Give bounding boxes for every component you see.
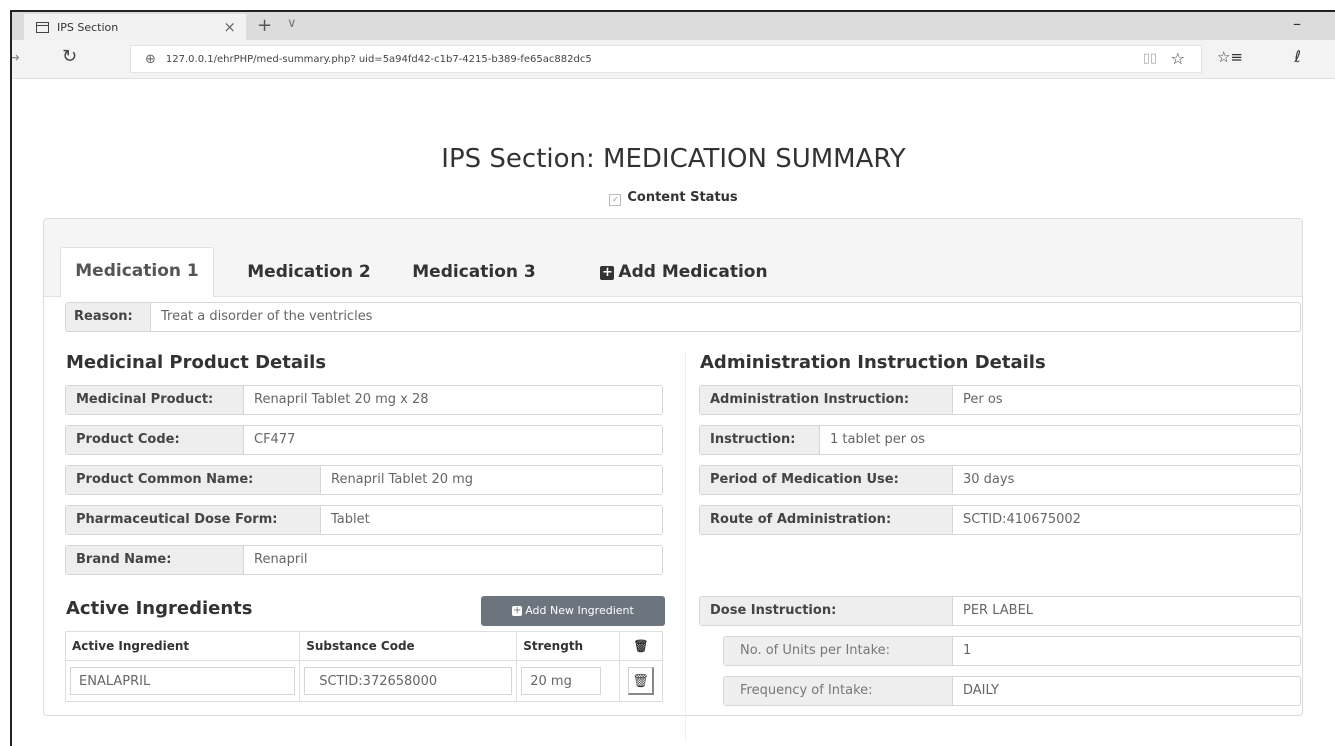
- tab-title: IPS Section: [57, 20, 119, 34]
- period-of-use-field[interactable]: Period of Medication Use: 30 days: [699, 465, 1301, 495]
- favorites-icon[interactable]: ☆≡: [1217, 48, 1243, 66]
- tab-bar: IPS Section × + ∨ –: [12, 12, 1335, 40]
- content-status[interactable]: ✓ Content Status: [12, 190, 1335, 206]
- column-header: Substance Code: [299, 631, 518, 661]
- strength-input[interactable]: 20 mg: [521, 667, 602, 695]
- add-ingredient-button[interactable]: + Add New Ingredient: [481, 596, 665, 626]
- table-row: ENALAPRIL SCTID:372658000 20 mg 🗑: [64, 660, 663, 702]
- url-text[interactable]: 127.0.0.1/ehrPHP/med-summary.php? uid=5a…: [166, 54, 592, 65]
- address-bar: → ↻ ⊕ 127.0.0.1/ehrPHP/med-summary.php? …: [12, 40, 1335, 79]
- period-of-use-value[interactable]: 30 days: [953, 466, 1014, 494]
- period-of-use-label: Period of Medication Use:: [700, 466, 953, 494]
- administration-heading: Administration Instruction Details: [700, 352, 1046, 373]
- brand-name-value[interactable]: Renapril: [244, 546, 307, 574]
- units-per-intake-label: No. of Units per Intake:: [724, 637, 953, 665]
- dose-instruction-field[interactable]: Dose Instruction: PER LABEL: [699, 596, 1301, 626]
- instruction-label: Instruction:: [700, 426, 820, 454]
- dose-instruction-label: Dose Instruction:: [700, 597, 953, 625]
- dose-form-field[interactable]: Pharmaceutical Dose Form: Tablet: [65, 505, 663, 535]
- brand-name-label: Brand Name:: [66, 546, 244, 574]
- units-per-intake-field[interactable]: No. of Units per Intake: 1: [723, 636, 1301, 666]
- product-code-label: Product Code:: [66, 426, 244, 454]
- dose-form-label: Pharmaceutical Dose Form:: [66, 506, 321, 534]
- strength-cell: 20 mg: [516, 660, 621, 702]
- minimize-icon[interactable]: –: [1293, 14, 1301, 33]
- medicinal-product-value[interactable]: Renapril Tablet 20 mg x 28: [244, 386, 429, 414]
- plus-square-icon: +: [600, 265, 615, 280]
- table-header-row: Active Ingredient Substance Code Strengt…: [64, 631, 663, 661]
- product-code-field[interactable]: Product Code: CF477: [65, 425, 663, 455]
- back-arrow-icon[interactable]: →: [12, 50, 20, 66]
- column-divider: [685, 352, 686, 742]
- frequency-of-intake-value[interactable]: DAILY: [953, 677, 999, 705]
- reason-label: Reason:: [66, 303, 151, 331]
- medication-tabs: Medication 1 Medication 2 Medication 3 +…: [44, 219, 1302, 297]
- frequency-of-intake-field[interactable]: Frequency of Intake: DAILY: [723, 676, 1301, 706]
- column-header: Active Ingredient: [64, 631, 301, 661]
- ingredients-table: Active Ingredient Substance Code Strengt…: [64, 631, 663, 702]
- url-field[interactable]: ⊕ 127.0.0.1/ehrPHP/med-summary.php? uid=…: [130, 45, 1202, 73]
- tab-menu-icon[interactable]: ∨: [287, 16, 297, 31]
- administration-instruction-label: Administration Instruction:: [700, 386, 953, 414]
- instruction-value[interactable]: 1 tablet per os: [820, 426, 925, 454]
- product-common-name-label: Product Common Name:: [66, 466, 321, 494]
- column-header: Strength: [516, 631, 621, 661]
- checkbox-icon[interactable]: ✓: [609, 194, 622, 206]
- instruction-field[interactable]: Instruction: 1 tablet per os: [699, 425, 1301, 455]
- reason-value[interactable]: Treat a disorder of the ventricles: [151, 303, 372, 331]
- ingredient-cell: ENALAPRIL: [64, 660, 301, 702]
- star-icon[interactable]: ☆: [1171, 49, 1185, 68]
- substance-code-input[interactable]: SCTID:372658000: [304, 667, 513, 695]
- medicinal-product-heading: Medicinal Product Details: [66, 352, 327, 373]
- medicinal-product-field[interactable]: Medicinal Product: Renapril Tablet 20 mg…: [65, 385, 663, 415]
- ingredient-input[interactable]: ENALAPRIL: [70, 667, 296, 695]
- new-tab-icon[interactable]: +: [257, 15, 272, 36]
- route-of-administration-field[interactable]: Route of Administration: SCTID:410675002: [699, 505, 1301, 535]
- product-common-name-field[interactable]: Product Common Name: Renapril Tablet 20 …: [65, 465, 663, 495]
- dose-form-value[interactable]: Tablet: [321, 506, 370, 534]
- delete-cell: 🗑: [619, 660, 663, 702]
- reading-view-icon[interactable]: ▯▯: [1143, 51, 1157, 66]
- delete-ingredient-button[interactable]: 🗑: [628, 667, 655, 695]
- dose-instruction-value[interactable]: PER LABEL: [953, 597, 1033, 625]
- tab-medication-3[interactable]: Medication 3: [399, 249, 549, 295]
- tab-page-icon: [36, 21, 49, 33]
- active-ingredients-heading: Active Ingredients: [66, 598, 253, 619]
- reason-field[interactable]: Reason: Treat a disorder of the ventricl…: [65, 302, 1301, 332]
- trash-icon: 🗑: [619, 631, 663, 661]
- add-ingredient-label: Add New Ingredient: [525, 604, 634, 617]
- administration-instruction-value[interactable]: Per os: [953, 386, 1003, 414]
- frequency-of-intake-label: Frequency of Intake:: [724, 677, 953, 705]
- plus-square-icon: +: [512, 605, 523, 616]
- tab-medication-2[interactable]: Medication 2: [234, 249, 384, 295]
- refresh-icon[interactable]: ↻: [62, 46, 77, 67]
- code-cell: SCTID:372658000: [299, 660, 518, 702]
- page-title: IPS Section: MEDICATION SUMMARY: [441, 144, 906, 174]
- add-medication-label: Add Medication: [618, 262, 768, 282]
- globe-icon: ⊕: [145, 51, 156, 67]
- medicinal-product-label: Medicinal Product:: [66, 386, 244, 414]
- tab-close-icon[interactable]: ×: [223, 18, 236, 36]
- units-per-intake-value[interactable]: 1: [953, 637, 971, 665]
- administration-instruction-field[interactable]: Administration Instruction: Per os: [699, 385, 1301, 415]
- tab-add-medication[interactable]: + Add Medication: [584, 249, 784, 295]
- product-code-value[interactable]: CF477: [244, 426, 295, 454]
- browser-tab[interactable]: IPS Section ×: [24, 14, 246, 40]
- product-common-name-value[interactable]: Renapril Tablet 20 mg: [321, 466, 473, 494]
- route-label: Route of Administration:: [700, 506, 953, 534]
- pen-icon[interactable]: ℓ: [1294, 47, 1301, 66]
- tab-medication-1[interactable]: Medication 1: [60, 247, 214, 297]
- browser-window: IPS Section × + ∨ – → ↻ ⊕ 127.0.0.1/ehrP…: [10, 10, 1335, 746]
- brand-name-field[interactable]: Brand Name: Renapril: [65, 545, 663, 575]
- route-value[interactable]: SCTID:410675002: [953, 506, 1081, 534]
- content-status-label: Content Status: [627, 190, 738, 205]
